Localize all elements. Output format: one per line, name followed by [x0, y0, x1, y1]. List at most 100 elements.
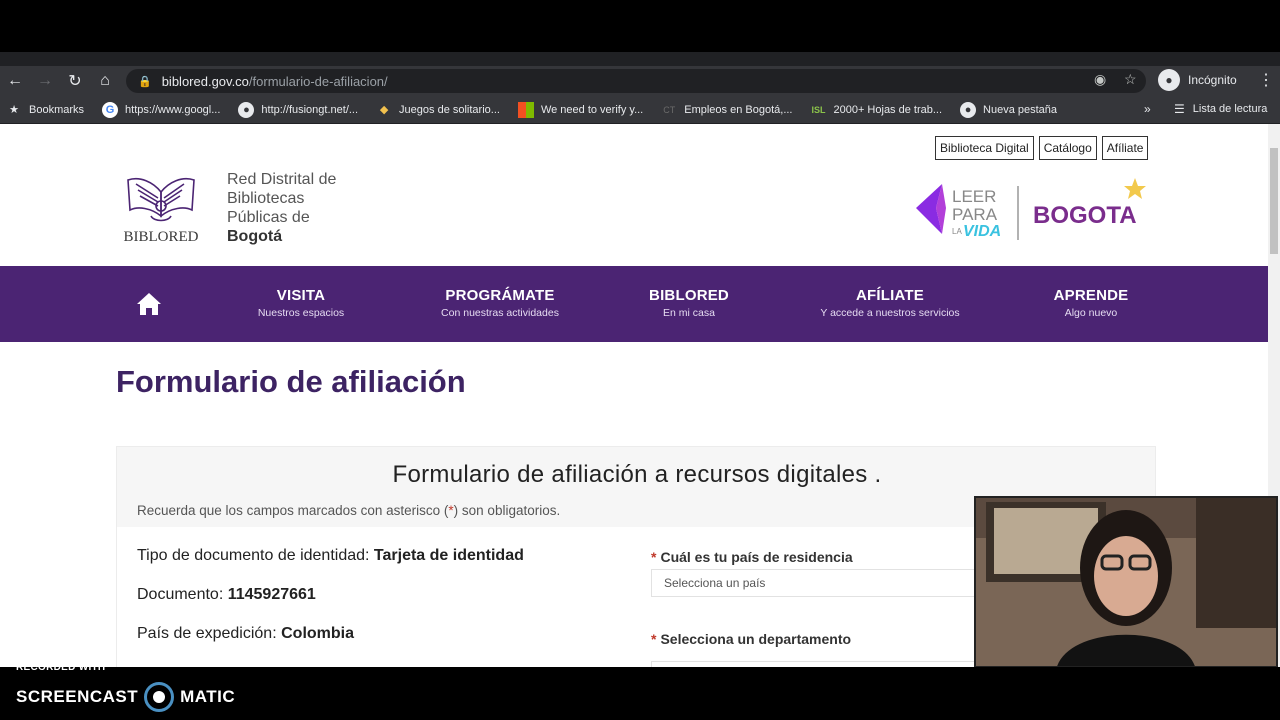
- nav-programate[interactable]: PROGRÁMATE Con nuestras actividades: [425, 287, 575, 319]
- nav-aprende[interactable]: APRENDE Algo nuevo: [1040, 287, 1142, 319]
- brand-left: SCREENCAST: [16, 687, 139, 706]
- isl-icon: ISL: [811, 104, 826, 115]
- afiliate-link[interactable]: Afíliate: [1101, 136, 1149, 160]
- globe-icon: ●: [960, 101, 977, 118]
- document-type-line: Tipo de documento de identidad: Tarjeta …: [137, 547, 524, 565]
- nav-visita[interactable]: VISITA Nuestros espacios: [240, 287, 362, 319]
- record-icon: [144, 682, 175, 712]
- biblored-logo[interactable]: BIBLORED: [118, 168, 204, 248]
- bookmark-label: https://www.googl...: [125, 103, 221, 116]
- recorded-with-label: RECORDED WITH: [16, 662, 106, 673]
- brand-right: MATIC: [180, 687, 236, 706]
- bookmarks-bar: ★ Bookmarks Ghttps://www.googl... ● http:/…: [0, 96, 1280, 124]
- residence-country-label: * Cuál es tu país de residencia: [651, 549, 853, 565]
- gov-la: LA: [952, 227, 962, 236]
- bookmark-item[interactable]: ◆ Juegos de solitario...: [376, 102, 500, 118]
- residence-country-select[interactable]: Selecciona un país: [651, 569, 981, 597]
- note-text: ) son obligatorios.: [453, 503, 561, 518]
- reading-list-label: Lista de lectura: [1192, 103, 1268, 115]
- microsoft-icon: [517, 101, 534, 118]
- bookmark-item[interactable]: ★ Bookmarks: [6, 102, 84, 118]
- info-value: 1145927661: [227, 586, 316, 603]
- bookmark-label: We need to verify y...: [540, 103, 644, 116]
- issuing-country-line: País de expedición: Colombia: [137, 625, 354, 643]
- gov-vida: VIDA: [963, 223, 1001, 240]
- catalogo-link[interactable]: Catálogo: [1038, 136, 1097, 160]
- biblioteca-digital-link[interactable]: Biblioteca Digital: [935, 136, 1034, 160]
- bookmark-item[interactable]: ● http://fusiongt.net/...: [238, 101, 359, 118]
- form-title: Formulario de afiliación a recursos digi…: [392, 461, 882, 488]
- scrollbar-thumb[interactable]: [1270, 148, 1278, 254]
- reload-button[interactable]: ↻: [60, 66, 90, 96]
- nav-subtitle: En mi casa: [663, 307, 715, 319]
- bookmark-label: http://fusiongt.net/...: [261, 103, 359, 116]
- nav-biblored[interactable]: BIBLORED En mi casa: [630, 287, 748, 319]
- incognito-profile[interactable]: ● Incógnito: [1158, 69, 1237, 91]
- forward-button[interactable]: →: [30, 66, 60, 96]
- reading-list-icon: ☰: [1174, 102, 1185, 116]
- logo-city: Bogotá: [227, 228, 283, 245]
- gov-leer: LEER: [952, 187, 996, 206]
- bookmark-item[interactable]: Ghttps://www.googl...: [102, 101, 221, 118]
- bookmark-label: 2000+ Hojas de trab...: [833, 103, 943, 116]
- google-icon: G: [102, 101, 119, 118]
- home-icon[interactable]: [135, 290, 163, 318]
- nav-subtitle: Con nuestras actividades: [441, 307, 559, 319]
- address-bar[interactable]: 🔒 biblored.gov.co/formulario-de-afiliaci…: [126, 69, 1146, 93]
- nav-title: PROGRÁMATE: [445, 287, 555, 304]
- video-letterbox-top: [0, 0, 1280, 53]
- nav-title: APRENDE: [1053, 287, 1129, 304]
- info-label: País de expedición:: [137, 625, 277, 642]
- info-label: Documento:: [137, 586, 224, 603]
- back-button[interactable]: ←: [0, 66, 30, 96]
- url-host: biblored.gov.co: [161, 73, 249, 89]
- star-icon: ★: [9, 104, 19, 116]
- logo-wordmark: BIBLORED: [124, 229, 199, 245]
- bookmark-star-icon[interactable]: ☆: [1124, 71, 1137, 88]
- gov-para: PARA: [952, 205, 998, 224]
- nav-title: AFÍLIATE: [856, 287, 924, 304]
- required-fields-note: Recuerda que los campos marcados con ast…: [137, 503, 560, 518]
- page-title: Formulario de afiliación: [116, 364, 466, 399]
- webcam-overlay: [974, 496, 1278, 668]
- nav-subtitle: Algo nuevo: [1064, 307, 1118, 319]
- gov-city: BOGOTA: [1033, 202, 1137, 229]
- field-label-text: Cuál es tu país de residencia: [660, 549, 853, 565]
- more-bookmarks-button[interactable]: »: [1144, 102, 1151, 116]
- logo-line: Públicas de: [227, 209, 310, 226]
- incognito-label: Incógnito: [1188, 73, 1237, 87]
- browser-toolbar: ← → ↻ ⌂ 🔒 biblored.gov.co/formulario-de-…: [0, 66, 1280, 96]
- document-number-line: Documento: 1145927661: [137, 586, 316, 604]
- eye-off-icon[interactable]: ◉: [1094, 71, 1106, 88]
- screencast-o-matic-logo: SCREENCAST MATIC: [16, 682, 235, 712]
- bookmark-item[interactable]: CT Empleos en Bogotá,...: [661, 102, 792, 118]
- reading-list-button[interactable]: ☰ Lista de lectura: [1174, 102, 1267, 116]
- leer-para-la-vida-bogota-logo: LEER PARA LA VIDA BOGOTA: [916, 178, 1146, 240]
- main-navigation: VISITA Nuestros espacios PROGRÁMATE Con …: [0, 266, 1268, 342]
- logo-line: Red Distrital de: [227, 171, 337, 188]
- incognito-icon: ●: [1158, 69, 1180, 91]
- home-button[interactable]: ⌂: [90, 66, 120, 96]
- department-label: * Selecciona un departamento: [651, 631, 851, 647]
- lock-icon: 🔒: [138, 75, 152, 88]
- bookmark-item[interactable]: ISL 2000+ Hojas de trab...: [810, 102, 942, 118]
- bookmark-label: Juegos de solitario...: [399, 103, 500, 116]
- nav-title: BIBLORED: [649, 287, 729, 304]
- globe-icon: ●: [238, 101, 255, 118]
- browser-tabstrip: [0, 52, 1280, 66]
- logo-line: Bibliotecas: [227, 190, 305, 207]
- cards-icon: ◆: [379, 104, 389, 116]
- bookmark-label: Bookmarks: [29, 103, 85, 116]
- nav-subtitle: Y accede a nuestros servicios: [820, 307, 960, 319]
- url-path: /formulario-de-afiliacion/: [248, 73, 388, 89]
- bookmark-item[interactable]: ● Nueva pestaña: [960, 101, 1057, 118]
- bookmark-item[interactable]: We need to verify y...: [517, 101, 644, 118]
- info-value: Tarjeta de identidad: [373, 547, 524, 564]
- nav-afiliate[interactable]: AFÍLIATE Y accede a nuestros servicios: [800, 287, 980, 319]
- browser-menu-icon[interactable]: ⋮: [1258, 70, 1274, 90]
- field-label-text: Selecciona un departamento: [660, 631, 852, 647]
- nav-subtitle: Nuestros espacios: [257, 307, 345, 319]
- required-asterisk: *: [651, 549, 657, 565]
- required-asterisk: *: [651, 631, 657, 647]
- note-text: Recuerda que los campos marcados con ast…: [137, 503, 449, 518]
